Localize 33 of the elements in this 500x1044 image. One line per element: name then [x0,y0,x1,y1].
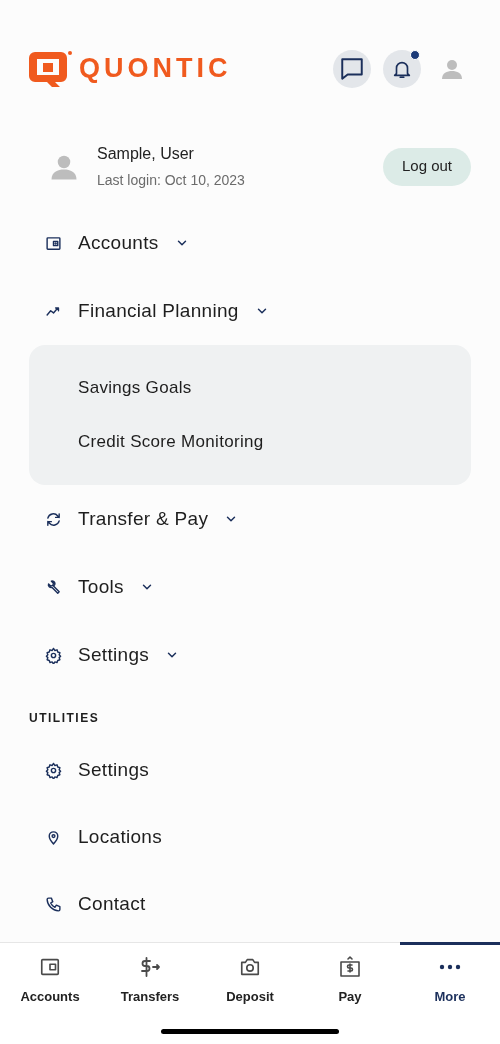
tab-bar-item[interactable]: More [400,942,500,1012]
menu-item[interactable]: Contact [29,871,471,938]
menu-group[interactable]: Accounts [29,209,471,277]
refresh-icon [45,510,62,528]
wallet-icon [45,234,62,252]
notifications-button[interactable] [383,49,421,88]
logo-text: QUONTIC [79,55,232,82]
user-name: Sample, User [97,144,195,164]
menu-group[interactable]: Financial Planning [29,277,471,345]
menu-item[interactable]: Locations [29,804,471,871]
logo-mark-icon [29,49,73,88]
settings-icon [45,762,62,779]
tab-bar-item[interactable]: Accounts [0,942,100,1012]
tab-bar-item[interactable]: Pay [300,942,400,1012]
tab-bar-item[interactable]: Deposit [200,942,300,1012]
menu-item[interactable]: Settings [29,737,471,804]
tab-bar-item[interactable]: Transfers [100,942,200,1012]
menu-group[interactable]: Transfer & Pay [29,485,471,553]
submenu-item[interactable]: Savings Goals [29,361,471,415]
phone-icon [45,896,62,913]
bill-pay-icon [338,954,362,979]
wrench-icon [45,578,62,596]
dollar-arrow-icon [138,954,162,979]
chat-icon [339,55,365,82]
settings-icon [45,646,62,664]
more-dots-icon [439,963,461,970]
menu-group[interactable]: Tools [29,553,471,621]
messages-button[interactable] [333,49,371,88]
submenu-item[interactable]: Credit Score Monitoring [29,415,471,469]
logout-button[interactable]: Log out [382,147,471,186]
menu-group[interactable]: Settings [29,621,471,689]
section-heading: UTILITIES [29,710,101,727]
last-login-text: Last login: Oct 10, 2023 [97,171,246,190]
